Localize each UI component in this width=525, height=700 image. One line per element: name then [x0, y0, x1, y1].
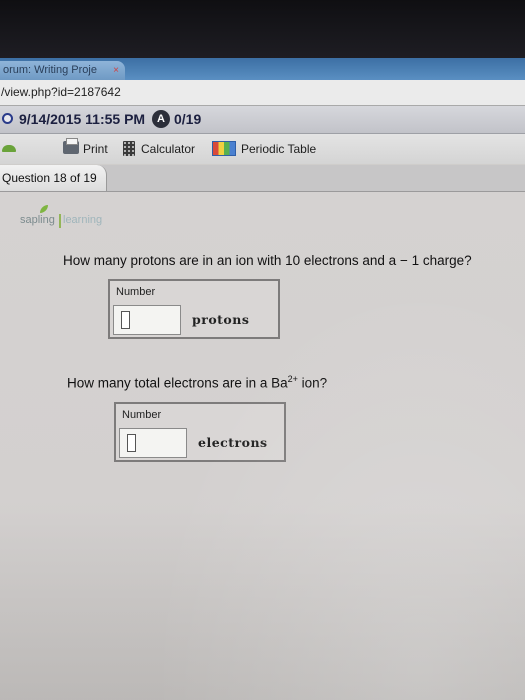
browser-tab-bar: orum: Writing Proje × [0, 58, 525, 80]
protons-number-input[interactable] [113, 305, 181, 335]
print-label: Print [83, 142, 108, 156]
learning-logo-text: learning [63, 214, 103, 226]
attempt-badge-icon: A [152, 110, 170, 128]
periodic-table-label: Periodic Table [241, 142, 317, 156]
periodic-table-icon [212, 141, 236, 156]
calculator-label: Calculator [141, 142, 196, 156]
answer-box-electrons: Number electrons [114, 402, 286, 462]
question-tab[interactable]: Question 18 of 19 [0, 165, 107, 191]
text-cursor [127, 434, 136, 452]
close-tab-icon[interactable]: × [113, 61, 119, 80]
address-bar[interactable]: /view.php?id=2187642 [0, 80, 525, 106]
browser-tab[interactable]: orum: Writing Proje × [0, 61, 125, 80]
question-1-text: How many protons are in an ion with 10 e… [63, 253, 472, 268]
calculator-icon [123, 141, 135, 156]
question-2-text-before: How many total electrons are in a Ba [67, 375, 288, 391]
question-counter: Question 18 of 19 [2, 171, 97, 185]
electrons-unit-label: electrons [198, 435, 268, 450]
url-text: /view.php?id=2187642 [1, 85, 121, 99]
text-cursor [121, 311, 130, 329]
question-nav-bar: Question 18 of 19 [0, 165, 525, 192]
score-text: 0/19 [174, 111, 202, 127]
clock-icon [2, 113, 13, 124]
question-2-text-after: ion? [297, 375, 328, 391]
sapling-logo-text: sapling [20, 214, 55, 226]
tool-bar: Print Calculator Periodic Table [0, 134, 525, 164]
protons-unit-label: protons [192, 312, 250, 327]
browser-tab-title: orum: Writing Proje [3, 64, 97, 76]
question-content: sapling learning How many protons are in… [0, 192, 525, 700]
assignment-header: 9/14/2015 11:55 PM A 0/19 [0, 106, 525, 134]
electrons-number-input[interactable] [119, 428, 187, 458]
number-label: Number [122, 409, 162, 421]
question-2-text: How many total electrons are in a Ba2+ i… [67, 374, 327, 391]
logo-divider [59, 214, 61, 228]
monitor-bezel [0, 0, 525, 58]
sapling-leaf-logo-icon [40, 205, 48, 213]
browser-screen: orum: Writing Proje × /view.php?id=21876… [0, 58, 525, 700]
printer-icon [63, 138, 79, 154]
due-datetime: 9/14/2015 11:55 PM [19, 111, 146, 127]
answer-box-protons: Number protons [108, 279, 280, 339]
number-label: Number [116, 286, 156, 298]
ion-charge-superscript: 2+ [287, 374, 298, 384]
sapling-leaf-icon [2, 145, 16, 152]
